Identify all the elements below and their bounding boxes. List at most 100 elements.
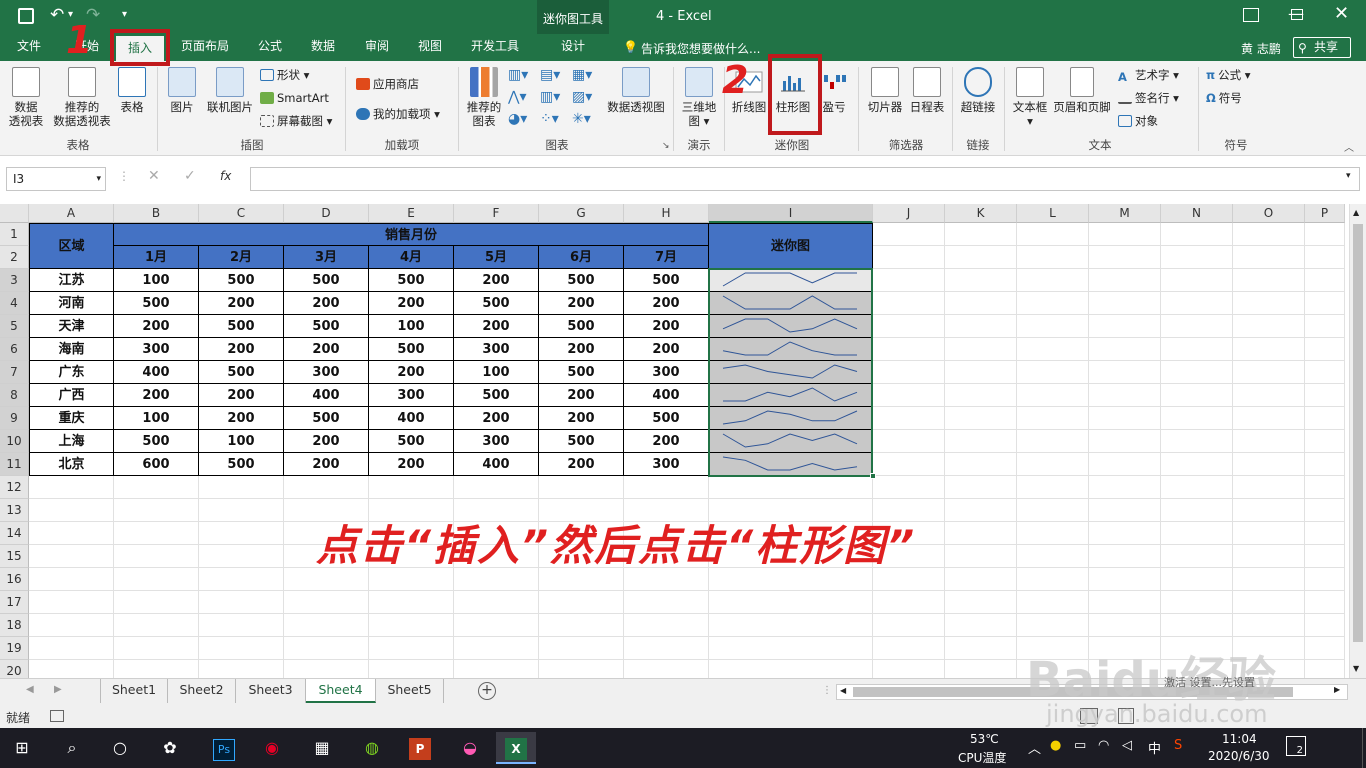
- value-cell[interactable]: 100: [114, 407, 199, 430]
- cell[interactable]: [873, 292, 945, 315]
- sparkline-cell[interactable]: [709, 384, 873, 407]
- cell[interactable]: [29, 476, 114, 499]
- row-header[interactable]: 8: [0, 384, 29, 407]
- value-cell[interactable]: 500: [114, 292, 199, 315]
- value-cell[interactable]: 200: [539, 292, 624, 315]
- enter-icon[interactable]: ✓: [184, 168, 196, 184]
- cell[interactable]: [1233, 522, 1305, 545]
- ime-indicator[interactable]: 中: [1148, 738, 1161, 757]
- cell[interactable]: [1089, 269, 1161, 292]
- cell[interactable]: [1305, 430, 1345, 453]
- row-header[interactable]: 16: [0, 568, 29, 591]
- cell[interactable]: [29, 591, 114, 614]
- row-header[interactable]: 13: [0, 499, 29, 522]
- cell[interactable]: [873, 614, 945, 637]
- row-header[interactable]: 4: [0, 292, 29, 315]
- value-cell[interactable]: 200: [284, 338, 369, 361]
- column-header[interactable]: H: [624, 204, 709, 223]
- customize-qat-icon[interactable]: ▾: [122, 9, 127, 20]
- excel-icon[interactable]: X: [496, 732, 536, 764]
- cell[interactable]: [1089, 614, 1161, 637]
- cell[interactable]: [1017, 522, 1089, 545]
- cell[interactable]: [369, 614, 454, 637]
- value-cell[interactable]: 400: [284, 384, 369, 407]
- column-header[interactable]: E: [369, 204, 454, 223]
- add-sheet-button[interactable]: +: [478, 682, 496, 700]
- my-addins-button[interactable]: 我的加载项 ▾: [356, 105, 440, 123]
- cell[interactable]: [1161, 614, 1233, 637]
- cell[interactable]: [1161, 292, 1233, 315]
- cell[interactable]: [1233, 361, 1305, 384]
- pinwheel-app-icon[interactable]: ✿: [150, 732, 190, 764]
- row-header[interactable]: 15: [0, 545, 29, 568]
- row-header[interactable]: 1: [0, 223, 29, 246]
- cell[interactable]: [945, 223, 1017, 246]
- cell[interactable]: [199, 522, 284, 545]
- cell[interactable]: [1233, 407, 1305, 430]
- clock-date[interactable]: 2020/6/30: [1208, 749, 1270, 763]
- chevron-up-icon[interactable]: ︿: [1028, 738, 1041, 757]
- header-footer-button[interactable]: 页眉和页脚: [1052, 67, 1112, 114]
- cell[interactable]: [454, 614, 539, 637]
- value-cell[interactable]: 200: [369, 292, 454, 315]
- column-header[interactable]: B: [114, 204, 199, 223]
- timeline-button[interactable]: 日程表: [906, 67, 948, 114]
- cell[interactable]: [369, 637, 454, 660]
- row-header[interactable]: 17: [0, 591, 29, 614]
- value-cell[interactable]: 300: [624, 361, 709, 384]
- value-cell[interactable]: 200: [454, 407, 539, 430]
- cell[interactable]: [1305, 361, 1345, 384]
- region-cell[interactable]: 广西: [29, 384, 114, 407]
- cell[interactable]: [1305, 384, 1345, 407]
- photoshop-icon[interactable]: Ps: [204, 732, 244, 764]
- value-cell[interactable]: 500: [624, 407, 709, 430]
- split-icon[interactable]: ⋮: [822, 685, 832, 696]
- cell[interactable]: [1017, 407, 1089, 430]
- cell[interactable]: [945, 269, 1017, 292]
- user-name[interactable]: 黄 志鹏: [1241, 40, 1281, 57]
- row-header[interactable]: 3: [0, 269, 29, 292]
- cell[interactable]: [1089, 384, 1161, 407]
- region-cell[interactable]: 河南: [29, 292, 114, 315]
- value-cell[interactable]: 200: [114, 315, 199, 338]
- sogou-icon[interactable]: S: [1174, 738, 1182, 753]
- region-cell[interactable]: 北京: [29, 453, 114, 476]
- row-header[interactable]: 12: [0, 476, 29, 499]
- cell[interactable]: [1017, 292, 1089, 315]
- chart-type-gallery[interactable]: ▥▾ ▤▾ ▦▾ ⋀▾ ▥▾ ▨▾ ◕▾ ⁘▾ ✳▾: [508, 67, 604, 133]
- column-header[interactable]: L: [1017, 204, 1089, 223]
- cell[interactable]: [1305, 246, 1345, 269]
- sparkline-cell[interactable]: [709, 430, 873, 453]
- value-cell[interactable]: 200: [539, 338, 624, 361]
- cell[interactable]: [199, 614, 284, 637]
- cell[interactable]: [1233, 453, 1305, 476]
- value-cell[interactable]: 200: [454, 315, 539, 338]
- recommended-pivot-button[interactable]: 推荐的 数据透视表: [52, 67, 112, 128]
- cell[interactable]: [539, 660, 624, 678]
- cell[interactable]: [29, 614, 114, 637]
- cell[interactable]: [1089, 246, 1161, 269]
- cell[interactable]: [454, 637, 539, 660]
- cell[interactable]: [1233, 292, 1305, 315]
- cell[interactable]: [1305, 476, 1345, 499]
- value-cell[interactable]: 200: [539, 384, 624, 407]
- object-button[interactable]: 对象: [1118, 112, 1158, 130]
- cell[interactable]: [1305, 545, 1345, 568]
- value-cell[interactable]: 500: [199, 315, 284, 338]
- cell[interactable]: [945, 499, 1017, 522]
- column-header[interactable]: A: [29, 204, 114, 223]
- cell[interactable]: [1305, 315, 1345, 338]
- cell[interactable]: [1089, 223, 1161, 246]
- meitu-icon[interactable]: ◒: [450, 732, 490, 764]
- value-cell[interactable]: 500: [624, 269, 709, 292]
- value-cell[interactable]: 200: [199, 292, 284, 315]
- cell[interactable]: [1161, 568, 1233, 591]
- column-header[interactable]: J: [873, 204, 945, 223]
- value-cell[interactable]: 300: [284, 361, 369, 384]
- cell[interactable]: [873, 384, 945, 407]
- cell[interactable]: [945, 384, 1017, 407]
- restore-icon[interactable]: [1291, 9, 1303, 20]
- row-header[interactable]: 18: [0, 614, 29, 637]
- macro-record-icon[interactable]: [50, 710, 64, 722]
- value-cell[interactable]: 200: [454, 269, 539, 292]
